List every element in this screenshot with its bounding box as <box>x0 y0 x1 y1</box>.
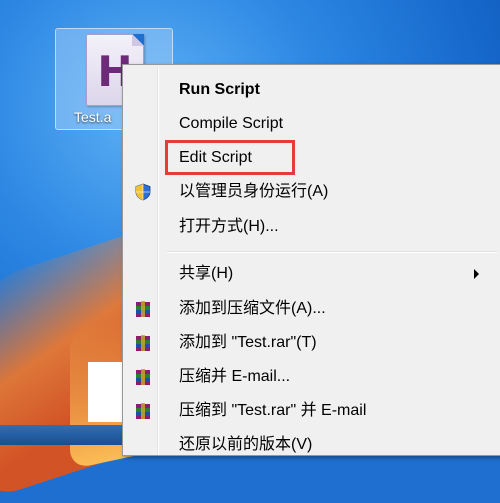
winrar-icon <box>136 369 150 385</box>
menu-item-label: 以管理员身份运行(A) <box>179 183 329 200</box>
taskbar <box>0 425 140 445</box>
menu-item-label: 压缩到 "Test.rar" 并 E-mail <box>179 402 367 419</box>
context-menu: Run Script Compile Script Edit Script 以管… <box>122 64 500 456</box>
menu-item-label: 打开方式(H)... <box>179 218 279 235</box>
desktop-file-label: Test.a <box>74 109 112 125</box>
uac-shield-icon <box>135 183 151 201</box>
menu-item-label: Compile Script <box>179 115 284 132</box>
menu-separator <box>167 251 497 253</box>
menu-item-compile-script[interactable]: Compile Script <box>123 108 500 140</box>
menu-item-label: 共享(H) <box>179 265 234 282</box>
menu-item-run-script[interactable]: Run Script <box>123 74 500 106</box>
menu-item-compress-and-email[interactable]: 压缩并 E-mail... <box>123 361 500 393</box>
menu-item-share[interactable]: 共享(H) <box>123 258 500 290</box>
submenu-arrow-icon <box>474 269 479 279</box>
menu-item-run-as-admin[interactable]: 以管理员身份运行(A) <box>123 176 500 208</box>
menu-item-label: 添加到 "Test.rar"(T) <box>179 334 317 351</box>
winrar-icon <box>136 301 150 317</box>
menu-item-label: Run Script <box>179 81 260 98</box>
edit-script-highlight-box <box>165 140 295 175</box>
menu-item-add-to-archive[interactable]: 添加到压缩文件(A)... <box>123 293 500 325</box>
menu-item-label: 压缩并 E-mail... <box>179 368 291 385</box>
menu-item-open-with[interactable]: 打开方式(H)... <box>123 211 500 243</box>
menu-item-compress-to-test-rar-and-email[interactable]: 压缩到 "Test.rar" 并 E-mail <box>123 395 500 427</box>
menu-item-label: 还原以前的版本(V) <box>179 436 313 453</box>
menu-item-label: 添加到压缩文件(A)... <box>179 300 326 317</box>
menu-item-add-to-test-rar[interactable]: 添加到 "Test.rar"(T) <box>123 327 500 359</box>
menu-item-restore-previous-versions[interactable]: 还原以前的版本(V) <box>123 429 500 461</box>
winrar-icon <box>136 403 150 419</box>
winrar-icon <box>136 335 150 351</box>
